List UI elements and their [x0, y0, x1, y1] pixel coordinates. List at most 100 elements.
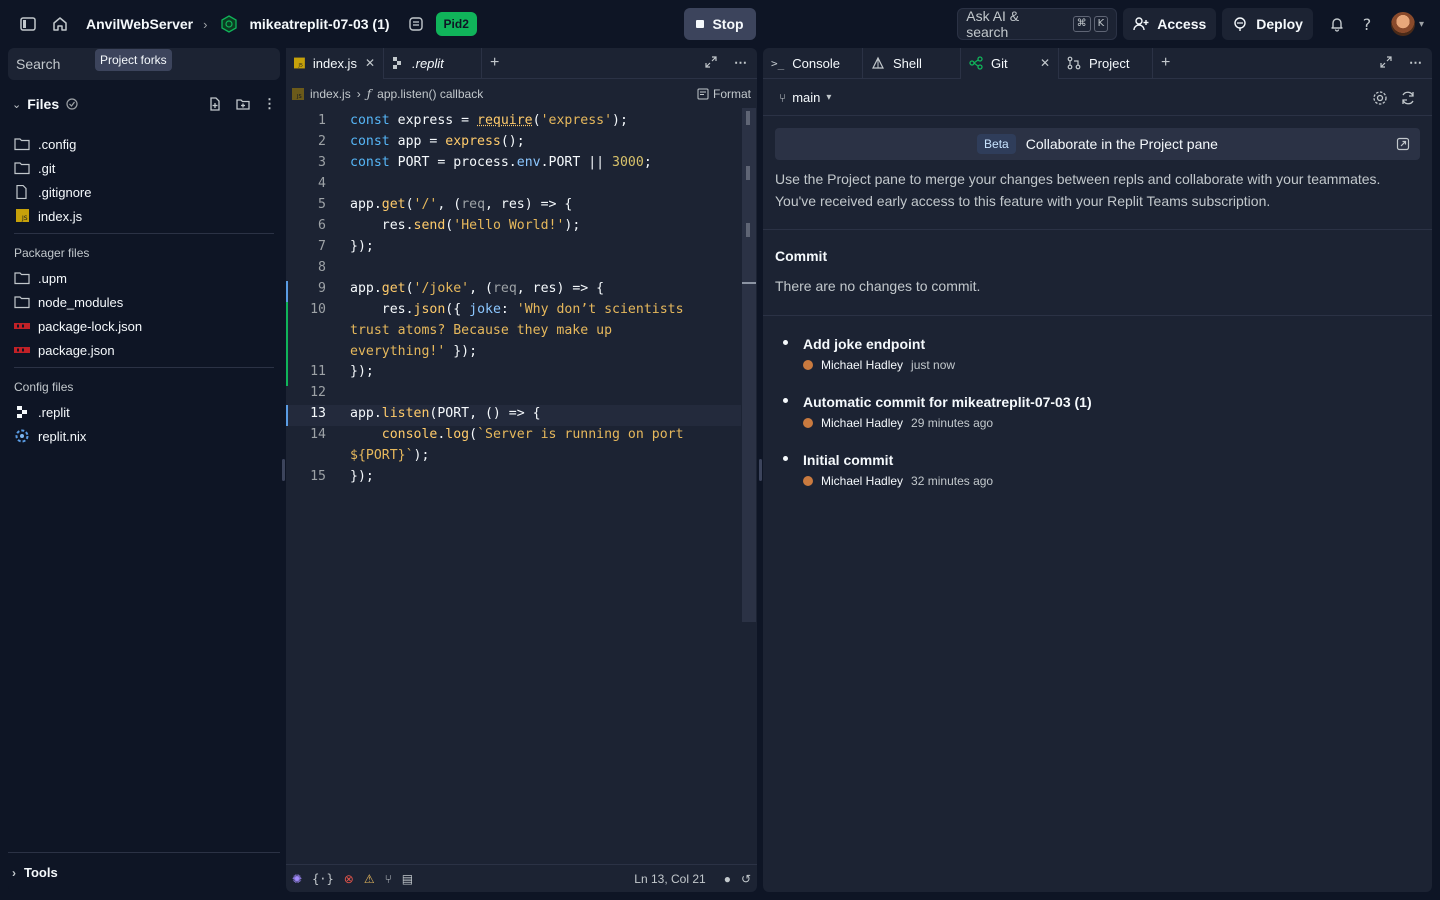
help-icon[interactable]: ?: [1355, 12, 1379, 36]
branch-icon[interactable]: ⑂: [385, 872, 392, 886]
git-change-marker: [286, 405, 288, 426]
tab-shell[interactable]: Shell: [863, 47, 961, 79]
account-menu[interactable]: ▾: [1390, 12, 1424, 36]
line-number: 13: [310, 406, 326, 421]
packager-files-label: Packager files: [14, 246, 90, 260]
new-folder-icon[interactable]: [235, 96, 251, 112]
settings-gear-icon[interactable]: [1372, 90, 1388, 106]
resize-handle[interactable]: [759, 459, 762, 481]
repl-info-icon[interactable]: [404, 12, 428, 36]
file-item-config[interactable]: .config: [14, 133, 76, 155]
file-label: .git: [38, 160, 56, 176]
code-line: ${PORT}`);: [350, 448, 430, 463]
tab-label: index.js: [312, 55, 357, 71]
breadcrumb-function[interactable]: app.listen() callback: [377, 87, 483, 101]
editor-status-bar: ✺ {·} ⊗ ⚠ ⑂ ▤ Ln 13, Col 21 ● ↺: [286, 864, 757, 892]
code-line: });: [350, 469, 374, 484]
breadcrumb-file[interactable]: index.js: [310, 87, 351, 101]
editor-actions: ⋯: [704, 55, 757, 71]
tab-label: Git: [991, 55, 1008, 71]
code-editor[interactable]: 1 2 3 4 5 6 7 8 9 10 11 12 13 14 15 cons…: [286, 108, 741, 862]
warning-icon[interactable]: ⚠: [364, 872, 375, 886]
repl-logo-icon: [217, 12, 241, 36]
chevron-down-icon: ▾: [1418, 18, 1424, 30]
sidebar-toggle-icon[interactable]: [16, 12, 40, 36]
close-icon[interactable]: ✕: [1040, 56, 1050, 70]
format-button[interactable]: Format: [697, 87, 751, 101]
error-icon[interactable]: ⊗: [344, 872, 354, 886]
chevron-down-icon[interactable]: ▾: [826, 92, 831, 103]
file-item-node-modules[interactable]: node_modules: [14, 291, 123, 313]
right-tabs: >_ Console Shell Git ✕ Project + ⋯: [763, 47, 1432, 79]
folder-icon: [14, 272, 30, 285]
beta-banner[interactable]: Beta Collaborate in the Project pane: [775, 128, 1420, 160]
history-icon[interactable]: ↺: [741, 872, 751, 886]
file-item-package-lock[interactable]: package-lock.json: [14, 315, 142, 337]
refresh-icon[interactable]: [1400, 90, 1416, 106]
pid-badge[interactable]: Pid2: [435, 12, 477, 36]
chevron-down-icon[interactable]: ⌄: [12, 98, 21, 111]
repl-name[interactable]: mikeatreplit-07-03 (1): [249, 16, 389, 32]
branch-bar: ⑂ main ▾: [763, 80, 1432, 116]
file-item-git[interactable]: .git: [14, 157, 55, 179]
new-tab-button[interactable]: +: [1153, 48, 1178, 79]
maximize-icon[interactable]: [1379, 55, 1393, 69]
file-item-replit[interactable]: .replit: [14, 401, 70, 423]
line-number: 11: [310, 364, 326, 379]
ai-icon[interactable]: ✺: [292, 872, 302, 886]
editor-tabs: JS index.js ✕ .replit + ⋯: [286, 47, 757, 79]
new-tab-button[interactable]: +: [482, 48, 507, 79]
stop-button[interactable]: Stop: [684, 8, 756, 40]
tab-console[interactable]: >_ Console: [763, 47, 863, 79]
more-menu-icon[interactable]: ⋯: [734, 55, 747, 71]
folder-icon: [14, 138, 30, 151]
javascript-file-icon: JS: [292, 88, 304, 100]
file-item-index-js[interactable]: JS index.js: [14, 205, 82, 227]
tools-section[interactable]: › Tools: [8, 852, 280, 892]
code-line: trust atoms? Because they make up: [350, 323, 613, 338]
chevron-right-icon: ›: [12, 865, 16, 880]
commit-author: Michael Hadley: [821, 416, 904, 430]
bullet-icon: [783, 340, 788, 345]
svg-text:JS: JS: [296, 94, 302, 100]
shell-icon: [872, 56, 884, 69]
javascript-file-icon: JS: [16, 209, 29, 222]
file-item-upm[interactable]: .upm: [14, 267, 67, 289]
line-number: 10: [310, 302, 326, 317]
code-line: res.json({ joke: 'Why don’t scientists: [350, 302, 684, 317]
files-title[interactable]: Files: [27, 96, 59, 112]
commit-empty-message: There are no changes to commit.: [775, 278, 981, 294]
code-line: app.get('/', (req, res) => {: [350, 197, 573, 212]
file-item-package-json[interactable]: package.json: [14, 339, 115, 361]
deploy-button[interactable]: Deploy: [1222, 8, 1313, 40]
home-icon[interactable]: [48, 12, 72, 36]
braces-icon[interactable]: {·}: [312, 872, 334, 886]
file-item-gitignore[interactable]: .gitignore: [14, 181, 91, 203]
tab-index-js[interactable]: JS index.js ✕: [286, 47, 384, 79]
files-header: ⌄ Files ⋮: [8, 92, 280, 116]
more-menu-icon[interactable]: ⋮: [263, 96, 276, 112]
bell-icon[interactable]: [1325, 12, 1349, 36]
open-external-icon[interactable]: [1396, 137, 1410, 151]
clipboard-icon[interactable]: ▤: [402, 872, 413, 886]
workspace-name[interactable]: AnvilWebServer: [86, 16, 193, 32]
tab-project[interactable]: Project: [1059, 47, 1153, 79]
code-line: res.send('Hello World!');: [350, 218, 581, 233]
file-item-replit-nix[interactable]: replit.nix: [14, 425, 86, 447]
resize-handle[interactable]: [282, 459, 285, 481]
more-menu-icon[interactable]: ⋯: [1409, 55, 1422, 71]
access-button[interactable]: Access: [1123, 8, 1217, 40]
commit-time: just now: [911, 358, 956, 372]
branch-selector[interactable]: main: [792, 90, 820, 105]
cmd-key: ⌘: [1072, 16, 1091, 32]
tab-replit[interactable]: .replit: [384, 47, 482, 79]
editor-scrollbar[interactable]: [742, 108, 756, 622]
commit-message: Automatic commit for mikeatreplit-07-03 …: [803, 394, 1092, 410]
close-icon[interactable]: ✕: [365, 56, 375, 70]
cursor-position[interactable]: Ln 13, Col 21: [634, 872, 705, 886]
tab-git[interactable]: Git ✕: [961, 47, 1059, 79]
ask-ai-search[interactable]: Ask AI & search ⌘ K: [957, 8, 1118, 40]
unsaved-dot-icon: ●: [723, 871, 731, 886]
new-file-icon[interactable]: [207, 96, 223, 112]
maximize-icon[interactable]: [704, 55, 718, 69]
